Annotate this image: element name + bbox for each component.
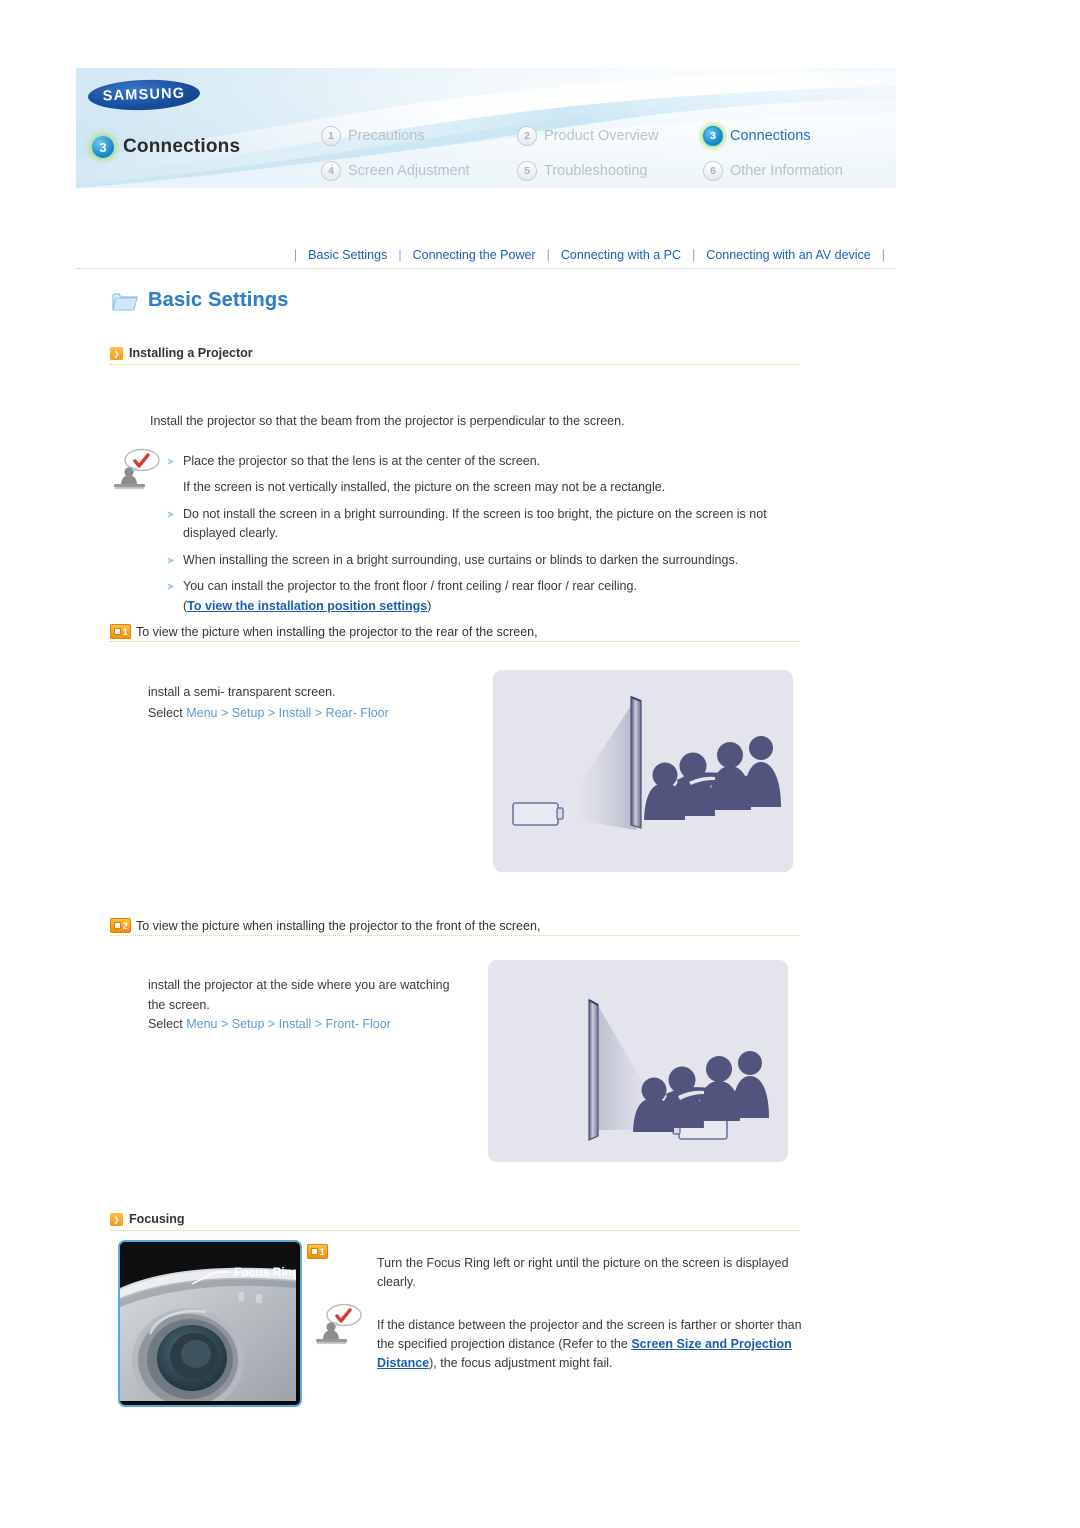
step-number: 1 bbox=[122, 626, 128, 637]
installing-bullet-list: ➤ Place the projector so that the lens i… bbox=[166, 452, 806, 623]
list-item: ➤ You can install the projector to the f… bbox=[166, 577, 806, 617]
step-1-heading-text: To view the picture when installing the … bbox=[136, 624, 538, 639]
chevron-bullet-icon: ➤ bbox=[166, 456, 176, 468]
subnav-link-connecting-the-power[interactable]: Connecting the Power bbox=[413, 248, 536, 262]
subnav-divider bbox=[76, 268, 896, 269]
focus-ring-photo: Focus Ring bbox=[118, 1240, 302, 1407]
select-label: Select bbox=[148, 705, 183, 720]
menu-number-badge-5: 5 bbox=[517, 160, 537, 181]
banner-menu-label: Product Overview bbox=[544, 127, 659, 144]
banner-menu: 1 Precautions 2 Product Overview 3 Conne… bbox=[321, 118, 881, 188]
focusing-step-text: Turn the Focus Ring left or right until … bbox=[377, 1255, 789, 1289]
header-banner: SAMSUNG 3 Connections 1 Precautions 2 Pr… bbox=[76, 68, 896, 188]
step-2-line-2: the screen. bbox=[148, 997, 210, 1012]
subnav-link-connecting-with-an-av-device[interactable]: Connecting with an AV device bbox=[706, 248, 870, 262]
page-title-text: Basic Settings bbox=[148, 289, 289, 311]
menu-number-badge-4: 4 bbox=[321, 160, 341, 181]
step-2-line-1: install the projector at the side where … bbox=[148, 977, 450, 992]
list-item-text: You can install the projector to the fro… bbox=[183, 578, 637, 593]
folder-icon bbox=[112, 290, 138, 312]
chevron-bullet-icon: ➤ bbox=[166, 508, 176, 521]
illustration-rear-projection bbox=[493, 670, 793, 872]
section-divider bbox=[110, 641, 800, 642]
banner-menu-item-other-information[interactable]: 6 Other Information bbox=[703, 160, 873, 181]
focus-ring-photo-label: Focus Ring bbox=[234, 1265, 296, 1279]
subnav-link-basic-settings[interactable]: Basic Settings bbox=[308, 248, 387, 262]
select-label: Select bbox=[148, 1016, 183, 1031]
arrow-bullet-icon bbox=[110, 346, 123, 360]
sub-navigation: | Basic Settings | Connecting the Power … bbox=[76, 243, 896, 267]
step-number: 2 bbox=[122, 920, 128, 931]
tip-person-icon bbox=[112, 447, 160, 491]
step-number-badge: 1 bbox=[110, 624, 131, 639]
section-divider bbox=[110, 935, 800, 936]
installing-intro-text: Install the projector so that the beam f… bbox=[150, 413, 625, 428]
chapter-number-badge: 3 bbox=[92, 136, 114, 158]
subnav-separator: | bbox=[881, 248, 885, 262]
samsung-logo: SAMSUNG bbox=[87, 78, 201, 112]
list-item-text: If the screen is not vertically installe… bbox=[183, 480, 666, 495]
samsung-logo-text: SAMSUNG bbox=[102, 85, 186, 105]
subnav-separator: | bbox=[293, 248, 298, 262]
section-heading-text: Focusing bbox=[129, 1212, 185, 1226]
chevron-bullet-icon: ➤ bbox=[166, 580, 176, 593]
page-title: Basic Settings bbox=[112, 289, 289, 312]
banner-menu-label: Screen Adjustment bbox=[348, 162, 470, 179]
step-2-heading-text: To view the picture when installing the … bbox=[136, 918, 541, 933]
list-item-text: Do not install the screen in a bright su… bbox=[183, 506, 767, 541]
illustration-front-projection bbox=[488, 960, 788, 1162]
banner-menu-label: Connections bbox=[730, 127, 811, 144]
list-item: ➤ Do not install the screen in a bright … bbox=[166, 505, 806, 545]
step-1-line-1: install a semi- transparent screen. bbox=[148, 684, 336, 699]
list-item: ➤ When installing the screen in a bright… bbox=[166, 551, 806, 571]
tip-person-icon bbox=[314, 1302, 362, 1346]
menu-number-badge-6: 6 bbox=[703, 160, 723, 181]
subnav-separator: | bbox=[398, 248, 402, 262]
step-1-select-row: Select Menu > Setup > Install > Rear- Fl… bbox=[148, 704, 488, 723]
focusing-note-part-2: ), the focus adjustment might fail. bbox=[429, 1356, 613, 1371]
step-number-badge: 2 bbox=[110, 918, 131, 933]
list-item-text: Place the projector so that the lens is … bbox=[183, 454, 541, 468]
banner-menu-item-troubleshooting[interactable]: 5 Troubleshooting bbox=[517, 160, 703, 181]
focusing-note-text: If the distance between the projector an… bbox=[377, 1316, 802, 1374]
banner-menu-label: Other Information bbox=[730, 162, 843, 179]
banner-menu-item-screen-adjustment[interactable]: 4 Screen Adjustment bbox=[321, 160, 517, 181]
list-item: ➤ Place the projector so that the lens i… bbox=[166, 452, 806, 472]
section-divider bbox=[110, 1230, 800, 1231]
subnav-link-connecting-with-a-pc[interactable]: Connecting with a PC bbox=[561, 248, 681, 262]
paren-close: ) bbox=[427, 598, 432, 613]
banner-menu-item-precautions[interactable]: 1 Precautions bbox=[321, 125, 517, 146]
manual-page: SAMSUNG 3 Connections 1 Precautions 2 Pr… bbox=[0, 0, 1080, 1528]
section-heading-focusing: Focusing bbox=[110, 1212, 800, 1226]
list-item-text: When installing the screen in a bright s… bbox=[183, 552, 739, 567]
section-heading-installing-a-projector: Installing a Projector bbox=[110, 346, 800, 360]
subnav-separator: | bbox=[546, 248, 550, 262]
menu-number-badge-3: 3 bbox=[703, 125, 723, 146]
chapter-indicator: 3 Connections bbox=[92, 136, 240, 158]
section-divider bbox=[110, 364, 800, 365]
step-number-badge: 1 bbox=[307, 1244, 328, 1259]
step-2-heading-row: 2 To view the picture when installing th… bbox=[110, 918, 800, 933]
step-2-select-row: Select Menu > Setup > Install > Front- F… bbox=[148, 1015, 488, 1034]
banner-menu-item-product-overview[interactable]: 2 Product Overview bbox=[517, 125, 703, 146]
banner-menu-item-connections[interactable]: 3 Connections bbox=[703, 125, 873, 146]
step-number: 1 bbox=[319, 1246, 325, 1257]
chevron-bullet-icon: ➤ bbox=[166, 554, 176, 567]
banner-menu-label: Precautions bbox=[348, 127, 425, 144]
subnav-separator: | bbox=[692, 248, 696, 262]
menu-number-badge-1: 1 bbox=[321, 125, 341, 146]
menu-path-front-floor: Menu > Setup > Install > Front- Floor bbox=[186, 1016, 391, 1031]
step-1-heading-row: 1 To view the picture when installing th… bbox=[110, 624, 800, 639]
chapter-title: Connections bbox=[123, 136, 241, 157]
menu-number-badge-2: 2 bbox=[517, 125, 537, 146]
section-heading-text: Installing a Projector bbox=[129, 346, 253, 360]
list-item: If the screen is not vertically installe… bbox=[166, 478, 806, 498]
banner-menu-label: Troubleshooting bbox=[544, 162, 648, 179]
arrow-bullet-icon bbox=[110, 1212, 123, 1226]
menu-path-rear-floor: Menu > Setup > Install > Rear- Floor bbox=[186, 705, 389, 720]
link-installation-position-settings[interactable]: To view the installation position settin… bbox=[187, 599, 427, 613]
